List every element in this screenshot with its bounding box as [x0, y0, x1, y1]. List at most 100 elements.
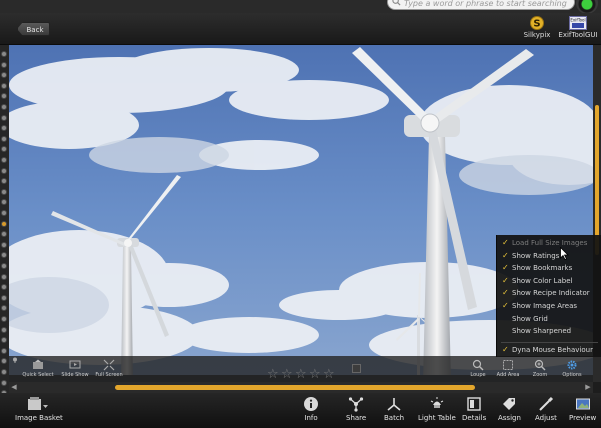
status-orb-icon[interactable]	[576, 0, 598, 14]
filmstrip-thumb[interactable]	[1, 347, 7, 354]
full-screen-button[interactable]: Full Screen	[92, 359, 126, 378]
options-menu-item[interactable]: Show Grid	[497, 313, 601, 325]
filmstrip-thumb[interactable]	[1, 125, 7, 132]
vertical-scroll-thumb[interactable]	[595, 105, 599, 255]
bottom-toolbar: Image Basket Info Share Batch Light Tabl…	[0, 393, 601, 428]
star-icon[interactable]: ☆	[323, 368, 336, 381]
options-button[interactable]: Options	[555, 359, 589, 378]
filmstrip-thumb[interactable]	[1, 146, 7, 153]
checkmark-icon: ✓	[502, 263, 509, 273]
batch-icon	[387, 398, 401, 411]
filmstrip-thumb[interactable]	[1, 93, 7, 100]
color-label-box[interactable]	[352, 364, 361, 373]
checkmark-icon: ✓	[502, 275, 509, 285]
filmstrip-thumb[interactable]	[1, 294, 7, 301]
share-button[interactable]: Share	[346, 396, 366, 422]
options-menu-item-label: Show Ratings	[512, 251, 560, 260]
silkypix-plugin-button[interactable]: S Silkypix	[520, 16, 554, 44]
star-icon[interactable]: ☆	[267, 368, 280, 381]
filmstrip-thumb[interactable]	[1, 263, 7, 269]
options-menu-item[interactable]: Show Sharpened	[497, 325, 601, 337]
filmstrip-rail[interactable]	[0, 45, 9, 400]
scroll-left-arrow-icon[interactable]: ◀	[10, 383, 18, 392]
light-table-icon	[430, 397, 444, 408]
filmstrip-thumb[interactable]	[1, 72, 7, 79]
exiftool-plugin-button[interactable]: ExifTool ExifToolGUI	[558, 16, 598, 44]
filmstrip-thumb[interactable]	[1, 305, 7, 312]
loupe-button[interactable]: Loupe	[461, 359, 495, 378]
filmstrip-thumb[interactable]	[1, 178, 7, 185]
filmstrip-thumb[interactable]	[1, 210, 7, 216]
preview-button[interactable]: Preview	[569, 396, 596, 422]
filmstrip-thumb[interactable]	[1, 231, 7, 238]
filmstrip-thumb[interactable]	[1, 82, 7, 89]
filmstrip-thumb[interactable]	[1, 358, 7, 365]
filmstrip-thumb[interactable]	[1, 252, 7, 259]
image-basket-button[interactable]: Image Basket	[15, 396, 63, 422]
checkmark-icon: ✓	[502, 238, 509, 247]
filmstrip-thumb[interactable]	[1, 220, 7, 227]
search-input[interactable]: Type a word or phrase to start searching	[387, 0, 575, 10]
options-menu-item-label: Show Image Areas	[512, 302, 578, 310]
slide-show-button[interactable]: Slide Show	[58, 359, 92, 378]
add-area-button[interactable]: Add Area	[491, 359, 525, 378]
options-menu-item[interactable]: ✓ Show Bookmarks	[497, 262, 601, 274]
filmstrip-thumb[interactable]	[1, 284, 7, 291]
light-table-button[interactable]: Light Table	[418, 396, 456, 422]
star-icon[interactable]: ☆	[309, 368, 322, 381]
assign-label: Assign	[498, 414, 521, 422]
filmstrip-thumb[interactable]	[1, 326, 7, 333]
filmstrip-thumb[interactable]	[1, 273, 7, 280]
svg-text:ExifTool: ExifTool	[570, 17, 585, 22]
pin-icon[interactable]	[12, 357, 18, 363]
star-icon[interactable]: ☆	[295, 368, 308, 381]
details-icon	[467, 397, 481, 411]
options-menu: ✓ Load Full Size Images ✓ Show Ratings ✓ Show…	[496, 235, 601, 357]
checkmark-icon: ✓	[502, 345, 509, 354]
back-button[interactable]: Back	[17, 22, 50, 36]
filmstrip-thumb[interactable]	[1, 167, 7, 174]
filmstrip-thumb[interactable]	[1, 135, 7, 142]
options-menu-item-label: Show Bookmarks	[512, 264, 573, 273]
horizontal-scroll-thumb[interactable]	[115, 385, 475, 390]
filmstrip-thumb[interactable]	[1, 369, 7, 375]
filmstrip-thumb[interactable]	[1, 104, 7, 110]
tag-icon	[503, 398, 516, 410]
zoom-icon	[534, 359, 546, 371]
zoom-label: Zoom	[532, 372, 548, 378]
filmstrip-thumb[interactable]	[1, 379, 7, 386]
loupe-icon	[472, 359, 484, 371]
quick-select-icon	[33, 359, 43, 369]
quick-select-button[interactable]: Quick Select	[21, 359, 55, 378]
filmstrip-thumb[interactable]	[1, 241, 7, 248]
info-button[interactable]: Info	[303, 396, 319, 422]
options-menu-item[interactable]: ✓ Load Full Size Images	[497, 237, 601, 249]
options-menu-item[interactable]: ✓ Show Image Areas	[497, 300, 601, 312]
options-menu-item-label: Load Full Size Images	[512, 239, 588, 247]
filmstrip-thumb[interactable]	[1, 157, 7, 163]
star-icon[interactable]: ☆	[281, 368, 294, 381]
details-button[interactable]: Details	[462, 396, 486, 422]
photo-viewer-window: Type a word or phrase to start searching…	[0, 0, 601, 428]
options-menu-item[interactable]: ✓ Show Ratings	[497, 250, 601, 262]
filmstrip-thumb[interactable]	[1, 199, 7, 206]
rating-stars[interactable]: ☆ ☆ ☆ ☆ ☆	[267, 363, 337, 382]
filmstrip-thumb[interactable]	[1, 51, 7, 57]
assign-button[interactable]: Assign	[498, 396, 521, 422]
options-menu-item[interactable]: ✓ Show Color Label	[497, 275, 601, 287]
batch-button[interactable]: Batch	[384, 396, 404, 422]
horizontal-scrollbar[interactable]: ◀ ▶	[9, 382, 593, 393]
zoom-button[interactable]: Zoom	[523, 359, 557, 378]
options-menu-item-dyna-mouse[interactable]: ✓ Dyna Mouse Behaviour	[497, 344, 601, 356]
info-label: Info	[304, 414, 318, 422]
filmstrip-thumb[interactable]	[1, 337, 7, 344]
adjust-button[interactable]: Adjust	[535, 396, 557, 422]
filmstrip-thumb[interactable]	[1, 316, 7, 322]
filmstrip-thumb[interactable]	[1, 114, 7, 121]
add-area-label: Add Area	[496, 372, 520, 378]
scroll-right-arrow-icon[interactable]: ▶	[584, 383, 592, 392]
preview-icon	[575, 398, 590, 410]
options-menu-item[interactable]: ✓ Show Recipe Indicator	[497, 287, 601, 299]
filmstrip-thumb[interactable]	[1, 61, 7, 68]
filmstrip-thumb[interactable]	[1, 188, 7, 195]
